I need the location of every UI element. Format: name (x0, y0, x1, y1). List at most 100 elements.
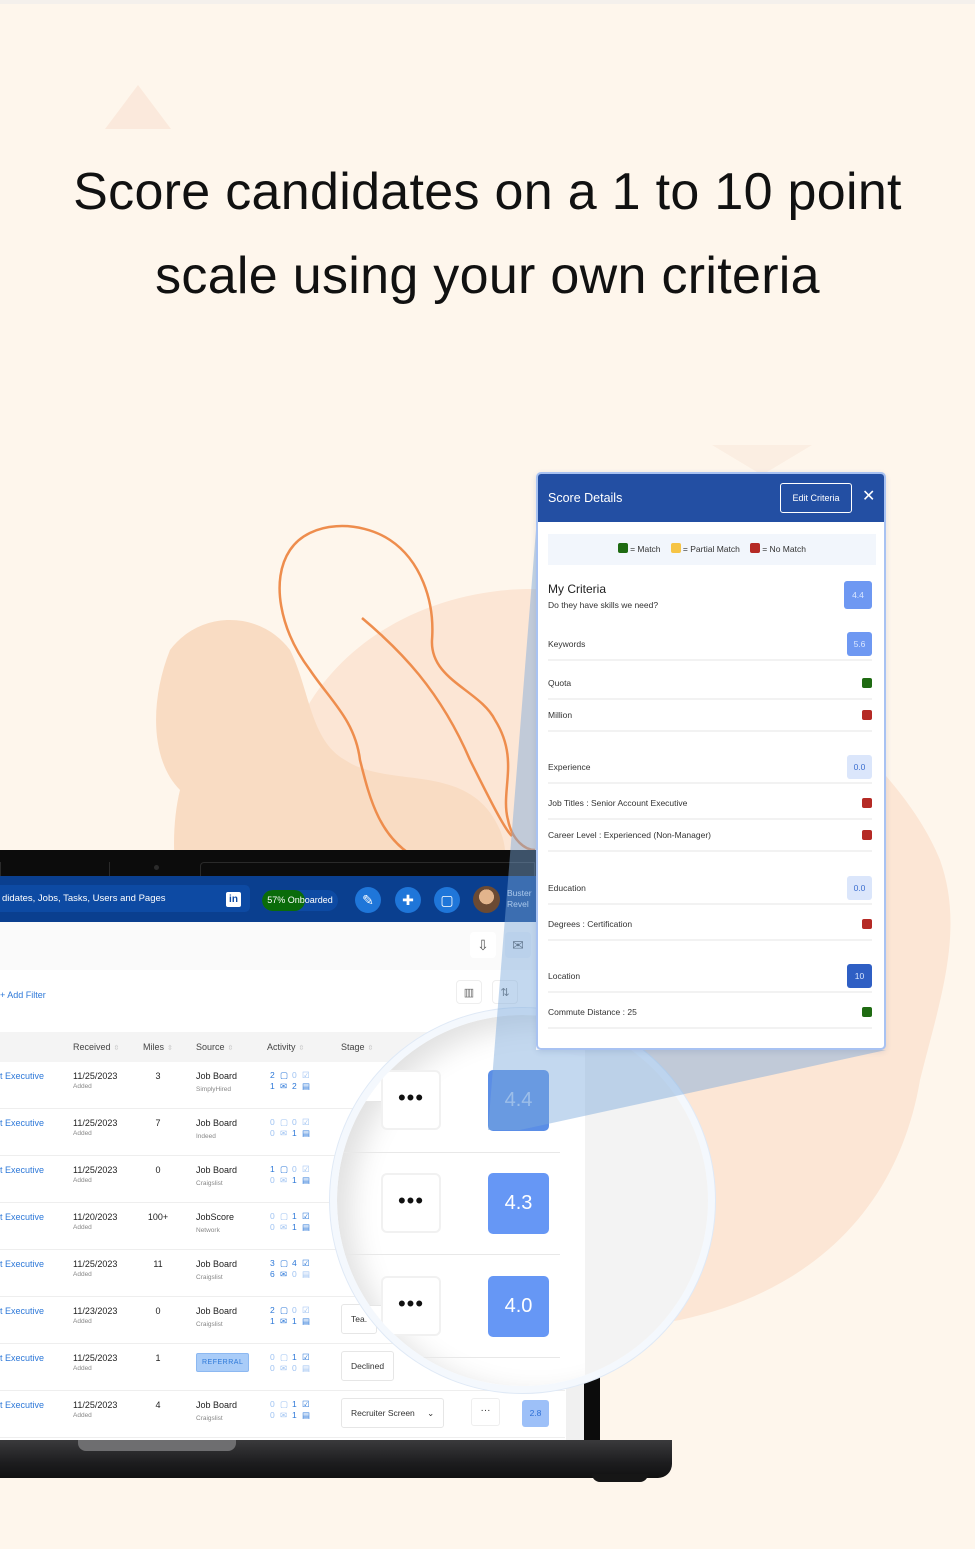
criteria-label: Location (548, 971, 581, 981)
linkedin-icon[interactable]: in (226, 892, 241, 907)
email-button[interactable]: ✉ (505, 932, 531, 958)
row-divider (337, 1357, 560, 1358)
score-details-panel: Score Details Edit Criteria ✕ = Match = … (536, 472, 886, 1050)
email-icon: ✉ (280, 1316, 288, 1326)
tasks-count: 1 (292, 1352, 297, 1362)
date-sub: Added (73, 1365, 92, 1372)
columns-button[interactable]: ▥ (456, 980, 482, 1004)
email-icon: ✉ (280, 1222, 288, 1232)
download-button[interactable]: ⇩ (470, 932, 496, 958)
job-title-link[interactable]: t Executive (0, 1212, 44, 1222)
stage-dropdown[interactable]: Recruiter Screen ⌄ (341, 1398, 445, 1428)
column-header-source[interactable]: Source ⇳ (196, 1042, 233, 1052)
note-icon: ▢ (280, 1352, 289, 1362)
date-value: 11/25/2023 (73, 1259, 118, 1269)
plus-icon: ✚ (402, 892, 414, 908)
activity-cell[interactable]: 0 ▢ 1 ☑ 0 ✉ 0 ▤ (270, 1352, 314, 1374)
miles-value: 0 (155, 1306, 161, 1316)
magnified-more-button[interactable]: ••• (381, 1173, 441, 1233)
note-icon: ▢ (280, 1164, 289, 1174)
no-match-status-icon (862, 710, 872, 720)
date-value: 11/25/2023 (73, 1071, 118, 1081)
emails-count: 0 (270, 1410, 275, 1420)
date-value: 11/25/2023 (73, 1165, 118, 1175)
category-score-badge: 5.6 (847, 632, 872, 656)
source-name: Job Board (196, 1071, 238, 1081)
job-title-link[interactable]: t Executive (0, 1071, 44, 1081)
magnified-score-badge[interactable]: 4.3 (488, 1173, 549, 1234)
activity-cell[interactable]: 0 ▢ 1 ☑ 0 ✉ 1 ▤ (270, 1399, 314, 1421)
date-sub: Added (73, 1177, 92, 1184)
match-status-icon (862, 1007, 872, 1017)
add-filter-link[interactable]: + Add Filter (0, 990, 46, 1000)
no-match-swatch-icon (750, 543, 761, 553)
brush-button[interactable]: ✎ (355, 887, 381, 913)
laptop-camera (154, 865, 159, 870)
column-header-activity[interactable]: Activity ⇳ (267, 1042, 304, 1052)
category-score-badge: 0.0 (847, 876, 872, 900)
activity-cell[interactable]: 2 ▢ 0 ☑ 1 ✉ 1 ▤ (270, 1305, 314, 1327)
received-date: 11/25/2023 Added (73, 1259, 117, 1278)
global-search-input[interactable]: didates, Jobs, Tasks, Users and Pages (0, 885, 250, 912)
criteria-label: Experience (548, 762, 591, 772)
sort-button[interactable]: ⇅ (492, 980, 518, 1004)
source-name: Job Board (196, 1400, 238, 1410)
user-avatar[interactable] (473, 886, 500, 913)
activity-cell[interactable]: 2 ▢ 0 ☑ 1 ✉ 2 ▤ (270, 1070, 314, 1092)
magnified-more-button[interactable]: ••• (381, 1276, 441, 1336)
category-score-badge: 0.0 (847, 755, 872, 779)
score-badge[interactable]: 2.8 (522, 1400, 549, 1427)
edit-criteria-button[interactable]: Edit Criteria (780, 483, 852, 513)
magnified-sidebar (585, 1015, 708, 1386)
received-date: 11/25/2023 Added (73, 1165, 117, 1184)
activity-cell[interactable]: 0 ▢ 1 ☑ 0 ✉ 1 ▤ (270, 1211, 314, 1233)
criteria-category-row: Education 0.0 (548, 872, 872, 905)
date-sub: Added (73, 1130, 92, 1137)
onboarding-progress[interactable]: 57% Onboarded (262, 890, 338, 911)
criteria-label: Education (548, 883, 586, 893)
magnified-score-badge[interactable]: 4.4 (488, 1070, 549, 1131)
brush-icon: ✎ (362, 892, 374, 908)
email-icon: ✉ (280, 1175, 288, 1185)
docs-count: 1 (292, 1222, 297, 1232)
legend-label: = Match (630, 544, 661, 554)
activity-cell[interactable]: 1 ▢ 0 ☑ 0 ✉ 1 ▤ (270, 1164, 314, 1186)
close-icon[interactable]: ✕ (862, 487, 875, 507)
more-actions-button[interactable]: ··· (471, 1398, 500, 1426)
criteria-item-row: Degrees : Certification (548, 908, 872, 941)
miles-value: 11 (153, 1259, 163, 1269)
task-icon: ☑ (302, 1070, 310, 1080)
column-header-received[interactable]: Received ⇳ (73, 1042, 119, 1052)
source-sub: Craigslist (196, 1415, 223, 1422)
emails-count: 0 (270, 1128, 275, 1138)
user-name[interactable]: Buster Revel (507, 888, 532, 910)
job-title-link[interactable]: t Executive (0, 1353, 44, 1363)
laptop-notch (200, 862, 535, 876)
job-title-link[interactable]: t Executive (0, 1165, 44, 1175)
received-date: 11/25/2023 Added (73, 1118, 117, 1137)
magnifier-lens: D Tea. ••• ••• ••• 4.4 4.3 4.0 (330, 1008, 715, 1393)
note-icon: ▢ (280, 1399, 289, 1409)
task-icon: ☑ (302, 1305, 310, 1315)
email-icon: ✉ (280, 1269, 288, 1279)
job-title-link[interactable]: t Executive (0, 1400, 44, 1410)
job-title-link[interactable]: t Executive (0, 1306, 44, 1316)
source-cell: Job Board Craigslist (196, 1165, 237, 1189)
activity-cell[interactable]: 0 ▢ 0 ☑ 0 ✉ 1 ▤ (270, 1117, 314, 1139)
date-sub: Added (73, 1271, 92, 1278)
magnified-score-badge[interactable]: 4.0 (488, 1276, 549, 1337)
tasks-count: 0 (292, 1070, 297, 1080)
table-row[interactable]: t Executive 11/25/2023 Added 4 Job Board Crai… (0, 1391, 565, 1438)
source-sub: Craigslist (196, 1321, 223, 1328)
source-sub: Indeed (196, 1133, 216, 1140)
job-title-link[interactable]: t Executive (0, 1118, 44, 1128)
chat-button[interactable]: ▢ (434, 887, 460, 913)
column-header-miles[interactable]: Miles ⇳ (143, 1042, 173, 1052)
activity-cell[interactable]: 3 ▢ 4 ☑ 6 ✉ 0 ▤ (270, 1258, 314, 1280)
emails-count: 6 (270, 1269, 275, 1279)
add-button[interactable]: ✚ (395, 887, 421, 913)
magnified-more-button[interactable]: ••• (381, 1070, 441, 1130)
match-swatch-icon (618, 543, 629, 553)
job-title-link[interactable]: t Executive (0, 1259, 44, 1269)
column-label: Activity (267, 1042, 296, 1052)
